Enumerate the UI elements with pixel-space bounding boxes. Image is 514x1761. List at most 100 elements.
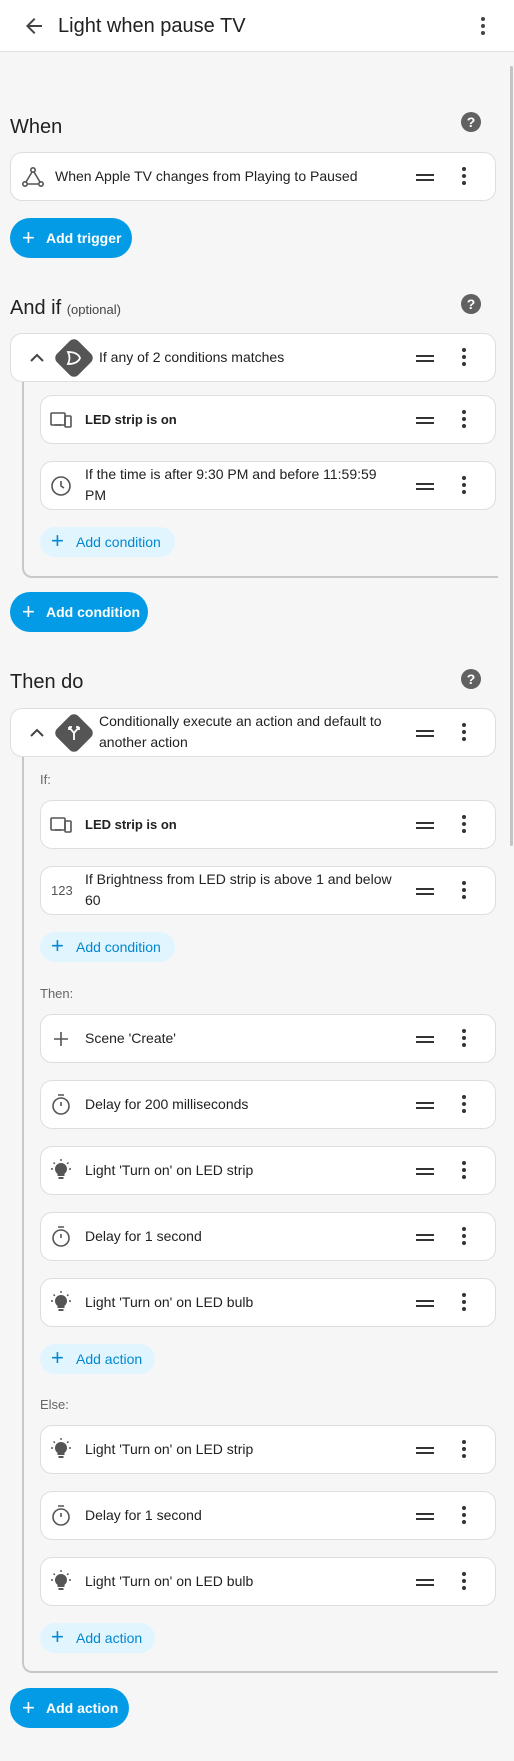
action-label: Delay for 1 second <box>85 1507 202 1523</box>
condition-group-label: If any of 2 conditions matches <box>99 349 285 365</box>
and-if-label: And if <box>10 297 62 319</box>
item-menu-icon[interactable] <box>461 881 467 901</box>
action-card[interactable]: Light 'Turn on' on LED bulb <box>40 1557 496 1606</box>
add-trigger-label: Add trigger <box>46 230 122 246</box>
add-action-button[interactable]: + Add action <box>10 1688 129 1728</box>
lightbulb-icon <box>51 1159 71 1179</box>
condition-card[interactable]: LED strip is on <box>40 800 496 849</box>
help-icon[interactable]: ? <box>461 112 481 132</box>
action-card[interactable]: Scene 'Create' <box>40 1014 496 1063</box>
action-label: Scene 'Create' <box>85 1030 176 1046</box>
drag-handle-icon[interactable] <box>416 353 436 363</box>
action-label: Light 'Turn on' on LED bulb <box>85 1294 254 1310</box>
device-state-icon <box>50 412 72 428</box>
action-label: Delay for 200 milliseconds <box>85 1096 249 1112</box>
action-card[interactable]: Delay for 200 milliseconds <box>40 1080 496 1129</box>
item-menu-icon[interactable] <box>461 1572 467 1592</box>
add-condition-label: Add condition <box>76 534 161 550</box>
item-menu-icon[interactable] <box>461 1029 467 1049</box>
back-arrow-icon[interactable] <box>22 14 46 38</box>
section-title-when: When <box>10 116 63 138</box>
item-menu-icon[interactable] <box>461 348 467 368</box>
section-title-then-do: Then do <box>10 671 84 693</box>
condition-card[interactable]: LED strip is on <box>40 395 496 444</box>
condition-card[interactable]: 123 If Brightness from LED strip is abov… <box>40 866 496 915</box>
add-condition-button[interactable]: + Add condition <box>40 932 175 962</box>
device-state-icon <box>50 817 72 833</box>
add-action-label: Add action <box>46 1700 119 1716</box>
plus-icon: + <box>51 1624 64 1649</box>
condition-label: If the time is after 9:30 PM and before … <box>85 466 377 503</box>
then-label: Then: <box>40 986 74 1001</box>
trigger-card[interactable]: When Apple TV changes from Playing to Pa… <box>10 152 496 201</box>
more-vertical-icon[interactable] <box>471 14 495 38</box>
add-trigger-button[interactable]: + Add trigger <box>10 218 132 258</box>
if-label: If: <box>40 772 51 787</box>
drag-handle-icon[interactable] <box>416 1100 436 1110</box>
item-menu-icon[interactable] <box>461 1293 467 1313</box>
drag-handle-icon[interactable] <box>416 728 436 738</box>
choose-action-card[interactable]: Conditionally execute an action and defa… <box>10 708 496 757</box>
numeric-state-icon: 123 <box>51 883 73 898</box>
item-menu-icon[interactable] <box>461 167 467 187</box>
plus-icon <box>54 1032 68 1046</box>
add-action-label: Add action <box>76 1351 143 1367</box>
add-condition-label: Add condition <box>46 604 141 620</box>
drag-handle-icon[interactable] <box>416 1298 436 1308</box>
item-menu-icon[interactable] <box>461 1095 467 1115</box>
timer-icon <box>52 1226 70 1247</box>
drag-handle-icon[interactable] <box>416 481 436 491</box>
item-menu-icon[interactable] <box>461 723 467 743</box>
help-icon[interactable]: ? <box>461 294 481 314</box>
add-action-button[interactable]: + Add action <box>40 1344 155 1374</box>
action-label: Light 'Turn on' on LED strip <box>85 1441 254 1457</box>
add-action-label: Add action <box>76 1630 143 1646</box>
drag-handle-icon[interactable] <box>416 415 436 425</box>
action-card[interactable]: Delay for 1 second <box>40 1212 496 1261</box>
drag-handle-icon[interactable] <box>416 1232 436 1242</box>
item-menu-icon[interactable] <box>461 1161 467 1181</box>
add-action-button[interactable]: + Add action <box>40 1623 155 1653</box>
action-card[interactable]: Delay for 1 second <box>40 1491 496 1540</box>
item-menu-icon[interactable] <box>461 476 467 496</box>
drag-handle-icon[interactable] <box>416 172 436 182</box>
plus-icon: + <box>51 528 64 553</box>
add-condition-button[interactable]: + Add condition <box>40 527 175 557</box>
branch-icon <box>68 726 80 740</box>
else-label: Else: <box>40 1397 69 1412</box>
scrollbar[interactable] <box>510 66 513 846</box>
condition-label: LED strip is on <box>85 412 177 427</box>
item-menu-icon[interactable] <box>461 1440 467 1460</box>
plus-icon: + <box>22 225 35 250</box>
add-condition-button[interactable]: + Add condition <box>10 592 148 632</box>
drag-handle-icon[interactable] <box>416 820 436 830</box>
action-card[interactable]: Light 'Turn on' on LED strip <box>40 1146 496 1195</box>
drag-handle-icon[interactable] <box>416 1034 436 1044</box>
help-icon[interactable]: ? <box>461 669 481 689</box>
action-label: Light 'Turn on' on LED bulb <box>85 1573 254 1589</box>
drag-handle-icon[interactable] <box>416 1445 436 1455</box>
action-label: Light 'Turn on' on LED strip <box>85 1162 254 1178</box>
plus-icon: + <box>51 1345 64 1370</box>
item-menu-icon[interactable] <box>461 815 467 835</box>
item-menu-icon[interactable] <box>461 410 467 430</box>
drag-handle-icon[interactable] <box>416 886 436 896</box>
or-gate-icon <box>66 351 81 365</box>
condition-group-card[interactable]: If any of 2 conditions matches <box>10 333 496 382</box>
top-app-bar: Light when pause TV <box>0 0 514 52</box>
item-menu-icon[interactable] <box>461 1227 467 1247</box>
plus-icon: + <box>51 933 64 958</box>
chevron-up-icon[interactable] <box>25 346 49 370</box>
action-label: Delay for 1 second <box>85 1228 202 1244</box>
item-menu-icon[interactable] <box>461 1506 467 1526</box>
drag-handle-icon[interactable] <box>416 1166 436 1176</box>
action-card[interactable]: Light 'Turn on' on LED bulb <box>40 1278 496 1327</box>
action-card[interactable]: Light 'Turn on' on LED strip <box>40 1425 496 1474</box>
plus-icon: + <box>22 599 35 624</box>
choose-action-label: Conditionally execute an action and defa… <box>99 713 382 750</box>
section-title-and-if: And if (optional) <box>10 297 121 320</box>
drag-handle-icon[interactable] <box>416 1511 436 1521</box>
drag-handle-icon[interactable] <box>416 1577 436 1587</box>
condition-card[interactable]: If the time is after 9:30 PM and before … <box>40 461 496 510</box>
chevron-up-icon[interactable] <box>25 721 49 745</box>
